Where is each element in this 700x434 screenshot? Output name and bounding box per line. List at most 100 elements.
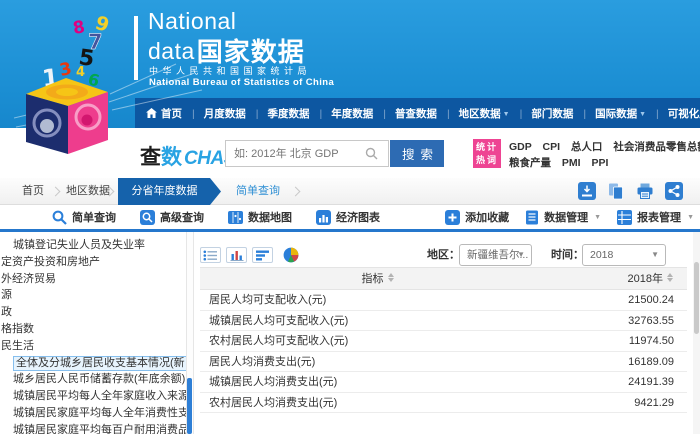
nav-census[interactable]: 普查数据	[378, 106, 442, 121]
sidebar-item[interactable]: 格指数	[0, 321, 186, 338]
table-row: 居民人均消费支出(元)16189.09	[200, 352, 687, 373]
indicator-column-header: 指标	[200, 268, 556, 289]
hot-badge-line1: 统计	[473, 141, 501, 154]
svg-text:8: 8	[71, 17, 86, 39]
chevron-down-icon: ▼	[651, 245, 659, 265]
indicator-sidebar: 城镇登记失业人员及失业率 定资产投资和房地产 外经济贸易 源 政 格指数 民生活…	[0, 232, 186, 434]
breadcrumb-home[interactable]: 首页	[22, 178, 44, 205]
value-cell: 9421.29	[556, 393, 687, 413]
year-column-header: 2018年	[556, 268, 687, 289]
sidebar-item[interactable]: 城镇居民家庭平均每百户耐用消费品拥有量	[0, 422, 186, 434]
hot-words-badge: 统计热词	[473, 139, 501, 168]
download-icon[interactable]	[578, 182, 596, 200]
value-cell: 32763.55	[556, 311, 687, 331]
sidebar-item[interactable]: 民生活	[0, 338, 186, 355]
sidebar-item[interactable]: 定资产投资和房地产	[0, 254, 186, 271]
value-cell: 11974.50	[556, 331, 687, 351]
tool-data-map[interactable]: 数据地图	[228, 209, 292, 225]
indicator-cell: 城镇居民人均消费支出(元)	[200, 372, 556, 392]
sidebar-item-selected[interactable]: 全体及分城乡居民收支基本情况(新口径)	[0, 355, 186, 372]
logo-cube-graphic: 9 8 7 5 3 4 6 1 2	[14, 2, 214, 154]
hot-words-row2[interactable]: 粮食产量 PMI PPI	[509, 155, 608, 170]
data-table: 指标 2018年 居民人均可支配收入(元)21500.24 城镇居民人均可支配收…	[200, 267, 687, 413]
breadcrumb-simple-query[interactable]: 简单查询	[236, 178, 280, 205]
indicator-cell: 农村居民人均消费支出(元)	[200, 393, 556, 413]
chevron-down-icon: ▼	[639, 111, 646, 118]
value-cell: 21500.24	[556, 290, 687, 310]
svg-text:3: 3	[58, 59, 74, 81]
report-table-icon	[617, 210, 632, 225]
breadcrumb-regional-data[interactable]: 地区数据	[66, 178, 110, 205]
nav-international[interactable]: 国际数据▼	[578, 106, 651, 121]
chevron-right-icon	[51, 187, 61, 197]
falling-numbers-cube-icon: 9 8 7 5 3 4 6 1 2	[14, 2, 214, 154]
region-select[interactable]: 新疆维吾尔...▼	[459, 244, 532, 266]
nav-departmental[interactable]: 部门数据	[515, 106, 579, 121]
chevron-down-icon: ▼	[517, 245, 525, 265]
table-row: 居民人均可支配收入(元)21500.24	[200, 290, 687, 311]
main-navbar: 首页 月度数据 季度数据 年度数据 普查数据 地区数据▼ 部门数据 国际数据▼ …	[135, 98, 700, 128]
nav-annual[interactable]: 年度数据	[314, 106, 378, 121]
tool-report-management[interactable]: 报表管理▼	[617, 209, 694, 225]
list-view-icon	[203, 250, 218, 261]
view-bar-chart-button[interactable]	[252, 247, 273, 263]
query-tools-left: 简单查询 高级查询 数据地图 经济图表	[52, 205, 380, 229]
value-cell: 16189.09	[556, 352, 687, 372]
query-tools-right: 添加收藏 数据管理▼ 报表管理▼	[445, 205, 694, 229]
sidebar-item[interactable]: 城镇居民平均每人全年家庭收入来源	[0, 388, 186, 405]
national-data-page: 9 8 7 5 3 4 6 1 2 National data国家数据 中华人民…	[0, 0, 700, 434]
indicator-cell: 农村居民人均可支配收入(元)	[200, 331, 556, 351]
search-icon	[365, 147, 378, 160]
sidebar-item[interactable]: 外经济贸易	[0, 271, 186, 288]
indicator-cell: 城镇居民人均可支配收入(元)	[200, 311, 556, 331]
sidebar-scrollbar-thumb[interactable]	[187, 378, 192, 434]
document-icon	[525, 210, 539, 225]
tool-data-management[interactable]: 数据管理▼	[525, 209, 601, 225]
breadcrumb-active-provincial-annual[interactable]: 分省年度数据	[118, 178, 221, 205]
time-select-value: 2018	[590, 249, 613, 261]
view-table-button[interactable]	[200, 247, 221, 263]
value-cell: 24191.39	[556, 372, 687, 392]
page-scrollbar-thumb[interactable]	[694, 262, 699, 334]
view-column-chart-button[interactable]	[226, 247, 247, 263]
column-chart-icon	[230, 249, 244, 261]
chart-icon	[316, 210, 331, 225]
map-icon	[228, 210, 243, 225]
time-filter-label: 时间：	[551, 244, 584, 266]
hot-badge-line2: 热词	[473, 154, 501, 167]
svg-text:4: 4	[76, 65, 85, 80]
tool-economic-charts[interactable]: 经济图表	[316, 209, 380, 225]
table-row: 城镇居民人均可支配收入(元)32763.55	[200, 311, 687, 332]
time-select[interactable]: 2018 ▼	[582, 244, 666, 266]
print-icon[interactable]	[636, 182, 654, 200]
plus-icon	[445, 210, 460, 225]
table-row: 农村居民人均可支配收入(元)11974.50	[200, 331, 687, 352]
copy-icon[interactable]	[607, 182, 625, 200]
view-pie-chart-button[interactable]	[283, 247, 299, 263]
indicator-cell: 居民人均消费支出(元)	[200, 352, 556, 372]
sidebar-item[interactable]: 城镇登记失业人员及失业率	[0, 237, 186, 254]
region-filter-label: 地区：	[427, 244, 460, 266]
table-header: 指标 2018年	[200, 267, 687, 290]
sort-icon[interactable]	[667, 273, 674, 282]
indicator-cell: 居民人均可支配收入(元)	[200, 290, 556, 310]
sort-icon[interactable]	[388, 273, 395, 282]
table-row: 农村居民人均消费支出(元)9421.29	[200, 393, 687, 414]
chevron-down-icon: ▼	[687, 214, 694, 221]
hot-words-row1[interactable]: GDP CPI 总人口 社会消费品零售总额	[509, 139, 700, 154]
tool-advanced-query[interactable]: 高级查询	[140, 209, 204, 225]
tool-simple-query[interactable]: 简单查询	[52, 209, 116, 225]
tool-add-favorite[interactable]: 添加收藏	[445, 209, 509, 225]
nav-quarterly[interactable]: 季度数据	[251, 106, 315, 121]
search-button[interactable]: 搜索	[390, 140, 444, 167]
sidebar-item[interactable]: 政	[0, 304, 186, 321]
sidebar-item[interactable]: 城镇居民家庭平均每人全年消费性支出	[0, 405, 186, 422]
nav-regional[interactable]: 地区数据▼	[442, 106, 515, 121]
share-icon[interactable]	[665, 182, 683, 200]
nav-visualization[interactable]: 可视化产品	[651, 106, 700, 121]
table-row: 城镇居民人均消费支出(元)24191.39	[200, 372, 687, 393]
sidebar-item[interactable]: 城乡居民人民币储蓄存款(年底余额)	[0, 371, 186, 388]
search-outline-icon	[52, 210, 67, 225]
pie-chart-icon	[283, 247, 299, 263]
sidebar-item[interactable]: 源	[0, 287, 186, 304]
